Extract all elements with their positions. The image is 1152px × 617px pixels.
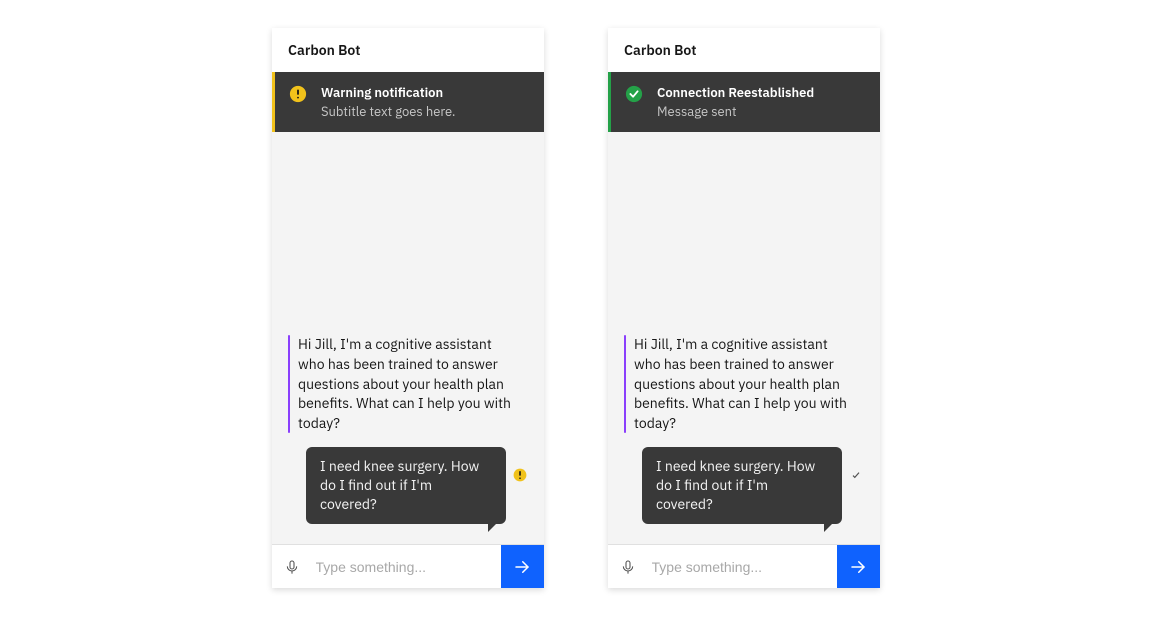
chat-input-bar (272, 544, 544, 588)
bot-accent-bar (624, 335, 626, 433)
bot-accent-bar (288, 335, 290, 433)
user-message-row: I need knee surgery. How do I find out i… (624, 447, 864, 524)
notification-text: Warning notification Subtitle text goes … (321, 84, 455, 120)
notification-toast-success: Connection Reestablished Message sent (608, 72, 880, 132)
chat-title: Carbon Bot (288, 41, 360, 59)
bot-message-row: Hi Jill, I'm a cognitive assistant who h… (288, 335, 528, 433)
notification-title: Warning notification (321, 84, 455, 101)
notification-title: Connection Reestablished (657, 84, 814, 101)
notification-subtitle: Subtitle text goes here. (321, 103, 455, 120)
notification-text: Connection Reestablished Message sent (657, 84, 814, 120)
user-message-bubble: I need knee surgery. How do I find out i… (642, 447, 842, 524)
bot-message: Hi Jill, I'm a cognitive assistant who h… (634, 335, 852, 433)
chat-title: Carbon Bot (624, 41, 696, 59)
send-button[interactable] (501, 545, 544, 588)
message-input[interactable] (312, 545, 501, 588)
bot-message: Hi Jill, I'm a cognitive assistant who h… (298, 335, 516, 433)
chat-input-bar (608, 544, 880, 588)
chat-body: Hi Jill, I'm a cognitive assistant who h… (272, 132, 544, 544)
warning-filled-icon (512, 467, 528, 483)
send-button[interactable] (837, 545, 880, 588)
user-message-bubble: I need knee surgery. How do I find out i… (306, 447, 506, 524)
message-input[interactable] (648, 545, 837, 588)
notification-subtitle: Message sent (657, 103, 814, 120)
chat-widget-success: Carbon Bot Connection Reestablished Mess… (608, 28, 880, 588)
bot-message-row: Hi Jill, I'm a cognitive assistant who h… (624, 335, 864, 433)
chat-widget-warning: Carbon Bot Warning notification Subtitle… (272, 28, 544, 588)
chat-body: Hi Jill, I'm a cognitive assistant who h… (608, 132, 880, 544)
message-sent-icon (848, 467, 864, 483)
chat-header: Carbon Bot (272, 28, 544, 72)
user-message-row: I need knee surgery. How do I find out i… (288, 447, 528, 524)
warning-filled-icon (289, 85, 307, 103)
checkmark-filled-icon (625, 85, 643, 103)
notification-toast-warning: Warning notification Subtitle text goes … (272, 72, 544, 132)
microphone-button[interactable] (272, 545, 312, 588)
chat-header: Carbon Bot (608, 28, 880, 72)
microphone-button[interactable] (608, 545, 648, 588)
